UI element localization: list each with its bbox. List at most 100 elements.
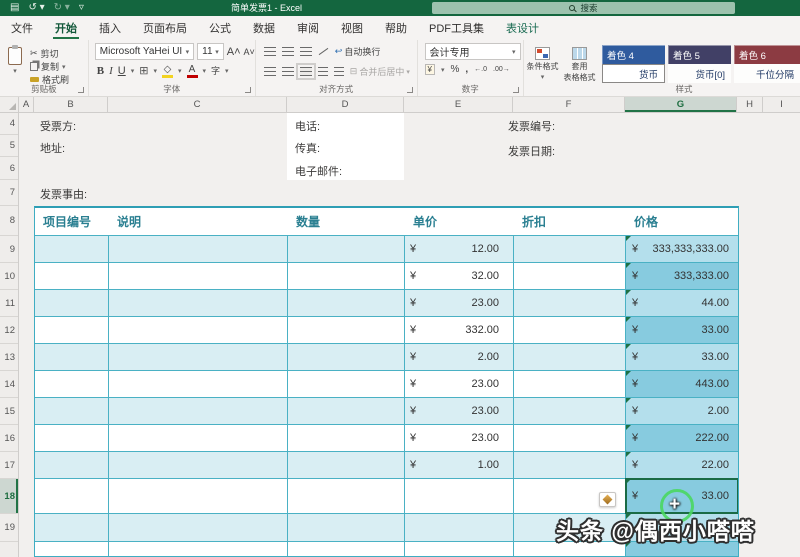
cell-c13[interactable] bbox=[109, 344, 288, 370]
tab-table-design[interactable]: 表设计 bbox=[495, 16, 550, 40]
italic-button[interactable]: I bbox=[109, 65, 113, 77]
cell-c10[interactable] bbox=[109, 263, 288, 289]
error-checking-smart-tag[interactable] bbox=[599, 492, 616, 507]
header-description[interactable]: 说明 bbox=[109, 208, 288, 235]
number-format-select[interactable]: 会计专用 ▾ bbox=[425, 43, 521, 60]
align-right-icon[interactable] bbox=[300, 67, 312, 76]
style-currency[interactable]: 货币 bbox=[602, 64, 665, 83]
row-header-14[interactable]: 14 bbox=[0, 371, 18, 398]
tab-data[interactable]: 数据 bbox=[242, 16, 286, 40]
cell-d19[interactable] bbox=[288, 514, 405, 541]
cell-f15[interactable] bbox=[514, 398, 626, 424]
align-top-icon[interactable] bbox=[264, 47, 276, 56]
header-quantity[interactable]: 数量 bbox=[288, 208, 405, 235]
orientation-icon[interactable] bbox=[318, 46, 329, 57]
phonetic-button[interactable]: 字 bbox=[211, 64, 220, 77]
grow-font-button[interactable]: A˄ bbox=[227, 46, 241, 58]
column-header-e[interactable]: E bbox=[404, 97, 513, 112]
column-header-h[interactable]: H bbox=[737, 97, 763, 112]
cell-b16[interactable] bbox=[35, 425, 109, 451]
cell-f14[interactable] bbox=[514, 371, 626, 397]
column-header-i[interactable]: I bbox=[763, 97, 800, 112]
fill-color-button[interactable]: ◇ bbox=[162, 65, 173, 76]
row-header-5[interactable]: 5 bbox=[0, 135, 18, 157]
cell-f16[interactable] bbox=[514, 425, 626, 451]
row-header-13[interactable]: 13 bbox=[0, 344, 18, 371]
tab-home[interactable]: 开始 bbox=[44, 16, 88, 40]
cell-b19[interactable] bbox=[35, 514, 109, 541]
font-dialog-launcher[interactable] bbox=[245, 87, 251, 93]
cell-g10[interactable]: ¥ 333,333.00 bbox=[626, 263, 738, 289]
alignment-dialog-launcher[interactable] bbox=[407, 87, 413, 93]
clipboard-dialog-launcher[interactable] bbox=[78, 87, 84, 93]
align-left-icon[interactable] bbox=[264, 67, 276, 76]
cell-d12[interactable] bbox=[288, 317, 405, 343]
percent-style-button[interactable]: % bbox=[450, 64, 459, 75]
cell-g11[interactable]: ¥ 44.00 bbox=[626, 290, 738, 316]
cell-c18[interactable] bbox=[109, 479, 288, 513]
cell-g13[interactable]: ¥ 33.00 bbox=[626, 344, 738, 370]
cell-d11[interactable] bbox=[288, 290, 405, 316]
tab-file[interactable]: 文件 bbox=[0, 16, 44, 40]
cell-e16[interactable]: ¥ 23.00 bbox=[405, 425, 514, 451]
bold-button[interactable]: B bbox=[97, 65, 104, 77]
tab-formulas[interactable]: 公式 bbox=[198, 16, 242, 40]
merge-center-button[interactable]: ⊟ 合并后居中 ▾ bbox=[350, 65, 410, 78]
tab-review[interactable]: 审阅 bbox=[286, 16, 330, 40]
column-header-g[interactable]: G bbox=[625, 97, 737, 112]
header-price[interactable]: 价格 bbox=[626, 208, 738, 235]
cell-e13[interactable]: ¥ 2.00 bbox=[405, 344, 514, 370]
row-header-10[interactable]: 10 bbox=[0, 263, 18, 290]
number-dialog-launcher[interactable] bbox=[513, 87, 519, 93]
cell-e12[interactable]: ¥ 332.00 bbox=[405, 317, 514, 343]
row-header-4[interactable]: 4 bbox=[0, 113, 18, 135]
cell-b15[interactable] bbox=[35, 398, 109, 424]
row-header-20[interactable] bbox=[0, 542, 18, 557]
tab-page-layout[interactable]: 页面布局 bbox=[132, 16, 198, 40]
cell-g12[interactable]: ¥ 33.00 bbox=[626, 317, 738, 343]
tab-view[interactable]: 视图 bbox=[330, 16, 374, 40]
cell-d16[interactable] bbox=[288, 425, 405, 451]
cell-b17[interactable] bbox=[35, 452, 109, 478]
cell-g14[interactable]: ¥ 443.00 bbox=[626, 371, 738, 397]
cell-c17[interactable] bbox=[109, 452, 288, 478]
decrease-decimal-button[interactable]: .00→ bbox=[493, 66, 510, 73]
font-name-select[interactable]: Microsoft YaHei UI ▾ bbox=[95, 43, 194, 60]
cell-e10[interactable]: ¥ 32.00 bbox=[405, 263, 514, 289]
font-size-select[interactable]: 11 ▾ bbox=[197, 43, 224, 60]
redo-icon[interactable]: ↻ ▾ bbox=[54, 0, 70, 16]
cell-b18[interactable] bbox=[35, 479, 109, 513]
style-comma[interactable]: 千位分隔 bbox=[734, 64, 800, 83]
conditional-formatting-button[interactable]: 条件格式 ▾ bbox=[524, 43, 561, 96]
search-box[interactable]: 搜索 bbox=[432, 2, 735, 14]
cell-b20[interactable] bbox=[35, 542, 109, 557]
header-item-no[interactable]: 项目编号 bbox=[35, 208, 109, 235]
comma-style-button[interactable]: , bbox=[465, 64, 468, 75]
header-unit-price[interactable]: 单价 bbox=[405, 208, 514, 235]
font-color-button[interactable]: A bbox=[187, 65, 198, 76]
cell-e11[interactable]: ¥ 23.00 bbox=[405, 290, 514, 316]
style-currency0[interactable]: 货币[0] bbox=[668, 64, 731, 83]
cell-c19[interactable] bbox=[109, 514, 288, 541]
row-header-16[interactable]: 16 bbox=[0, 425, 18, 452]
cell-b10[interactable] bbox=[35, 263, 109, 289]
increase-decimal-button[interactable]: ←.0 bbox=[474, 66, 487, 73]
cell-e14[interactable]: ¥ 23.00 bbox=[405, 371, 514, 397]
row-header-12[interactable]: 12 bbox=[0, 317, 18, 344]
format-as-table-button[interactable]: 套用 表格格式 bbox=[561, 43, 598, 96]
cell-f13[interactable] bbox=[514, 344, 626, 370]
cell-c11[interactable] bbox=[109, 290, 288, 316]
tab-insert[interactable]: 插入 bbox=[88, 16, 132, 40]
worksheet[interactable]: 4 5 6 7 8 9 10 11 12 13 14 15 16 17 18 1… bbox=[0, 113, 800, 557]
style-accent6[interactable]: 着色 6 bbox=[734, 45, 800, 64]
cut-button[interactable]: ✂ 剪切 bbox=[30, 48, 69, 59]
cell-d15[interactable] bbox=[288, 398, 405, 424]
cell-b14[interactable] bbox=[35, 371, 109, 397]
cell-c9[interactable] bbox=[109, 236, 288, 262]
undo-icon[interactable]: ↺ ▾ bbox=[28, 0, 44, 16]
decrease-indent-icon[interactable] bbox=[318, 67, 328, 76]
cell-d18[interactable] bbox=[288, 479, 405, 513]
shrink-font-button[interactable]: A˅ bbox=[244, 47, 255, 57]
cell-b9[interactable] bbox=[35, 236, 109, 262]
tab-pdf-tools[interactable]: PDF工具集 bbox=[418, 16, 495, 40]
